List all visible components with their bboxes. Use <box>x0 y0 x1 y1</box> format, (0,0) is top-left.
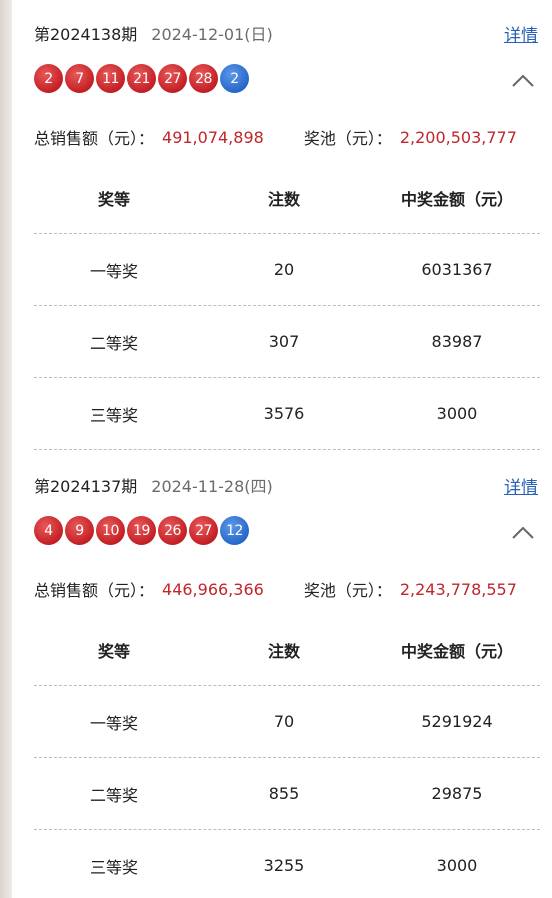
prize-level: 二等奖 <box>89 333 138 353</box>
header-level: 奖等 <box>97 641 130 661</box>
winner-count: 855 <box>268 784 300 803</box>
details-link[interactable]: 详情 <box>504 473 538 498</box>
red-ball: 10 <box>96 516 125 545</box>
blue-ball: 12 <box>220 516 249 545</box>
red-ball: 28 <box>189 64 218 93</box>
red-ball: 19 <box>127 516 156 545</box>
winner-count: 3576 <box>263 404 305 423</box>
prize-amount: 83987 <box>431 332 483 351</box>
red-ball: 2 <box>34 64 63 93</box>
winner-count: 3255 <box>263 856 305 875</box>
winner-count: 20 <box>273 260 295 279</box>
header-amount: 中奖金额（元） <box>400 189 513 209</box>
draw-card: 第2024138期 2024-12-01(日) 详情 2 7 11 21 27 … <box>12 0 552 452</box>
prize-table: 奖等 注数 中奖金额（元） 一等奖 20 6031367 二等奖 307 839… <box>34 162 540 450</box>
header-amount: 中奖金额（元） <box>400 641 513 661</box>
table-row: 一等奖 70 5291924 <box>34 686 540 758</box>
table-row: 一等奖 20 6031367 <box>34 234 540 306</box>
table-header: 奖等 注数 中奖金额（元） <box>34 614 540 686</box>
pool-value: 2,243,778,557 <box>399 579 517 599</box>
table-row: 三等奖 3576 3000 <box>34 378 540 450</box>
sales-value: 446,966,366 <box>162 579 264 599</box>
table-row: 二等奖 855 29875 <box>34 758 540 830</box>
draw-date: 2024-11-28(四) <box>151 477 273 496</box>
collapse-toggle[interactable] <box>508 66 538 96</box>
winning-numbers: 4 9 10 19 26 27 12 <box>34 516 249 546</box>
red-ball: 11 <box>96 64 125 93</box>
table-header: 奖等 注数 中奖金额（元） <box>34 162 540 234</box>
header-count: 注数 <box>267 189 300 209</box>
red-ball: 26 <box>158 516 187 545</box>
header-level: 奖等 <box>97 189 130 209</box>
details-link[interactable]: 详情 <box>504 21 538 46</box>
prize-level: 一等奖 <box>89 713 138 733</box>
sales-label: 总销售额（元）： <box>34 581 155 600</box>
page-edge <box>0 0 12 898</box>
prize-level: 二等奖 <box>89 785 138 805</box>
prize-amount: 6031367 <box>421 260 493 279</box>
pool-label: 奖池（元）： <box>303 581 392 600</box>
prize-amount: 3000 <box>436 404 478 423</box>
sales-summary: 总销售额（元）： 446,966,366 奖池（元）： 2,243,778,55… <box>34 576 540 602</box>
winner-count: 70 <box>273 712 295 731</box>
prize-level: 三等奖 <box>89 857 138 877</box>
red-ball: 27 <box>189 516 218 545</box>
draw-header: 第2024137期 2024-11-28(四) 详情 <box>34 470 538 500</box>
red-ball: 27 <box>158 64 187 93</box>
table-row: 三等奖 3255 3000 <box>34 830 540 898</box>
draw-issue: 第2024138期 <box>34 25 138 44</box>
winning-numbers: 2 7 11 21 27 28 2 <box>34 64 249 94</box>
draw-card: 第2024137期 2024-11-28(四) 详情 4 9 10 19 26 … <box>12 452 552 898</box>
chevron-up-icon <box>512 526 534 539</box>
chevron-up-icon <box>512 74 534 87</box>
red-ball: 4 <box>34 516 63 545</box>
prize-table: 奖等 注数 中奖金额（元） 一等奖 70 5291924 二等奖 855 298… <box>34 614 540 898</box>
pool-value: 2,200,503,777 <box>399 127 517 147</box>
draw-header: 第2024138期 2024-12-01(日) 详情 <box>34 18 538 48</box>
sales-summary: 总销售额（元）： 491,074,898 奖池（元）： 2,200,503,77… <box>34 124 540 150</box>
sales-label: 总销售额（元）： <box>34 129 155 148</box>
lottery-results-panel: 第2024138期 2024-12-01(日) 详情 2 7 11 21 27 … <box>12 0 552 898</box>
prize-amount: 5291924 <box>421 712 493 731</box>
header-count: 注数 <box>267 641 300 661</box>
table-row: 二等奖 307 83987 <box>34 306 540 378</box>
prize-level: 三等奖 <box>89 405 138 425</box>
draw-date: 2024-12-01(日) <box>151 25 273 44</box>
sales-value: 491,074,898 <box>162 127 264 147</box>
red-ball: 7 <box>65 64 94 93</box>
collapse-toggle[interactable] <box>508 518 538 548</box>
red-ball: 21 <box>127 64 156 93</box>
red-ball: 9 <box>65 516 94 545</box>
blue-ball: 2 <box>220 64 249 93</box>
prize-amount: 29875 <box>431 784 483 803</box>
prize-amount: 3000 <box>436 856 478 875</box>
pool-label: 奖池（元）： <box>303 129 392 148</box>
draw-issue: 第2024137期 <box>34 477 138 496</box>
prize-level: 一等奖 <box>89 261 138 281</box>
winner-count: 307 <box>268 332 300 351</box>
